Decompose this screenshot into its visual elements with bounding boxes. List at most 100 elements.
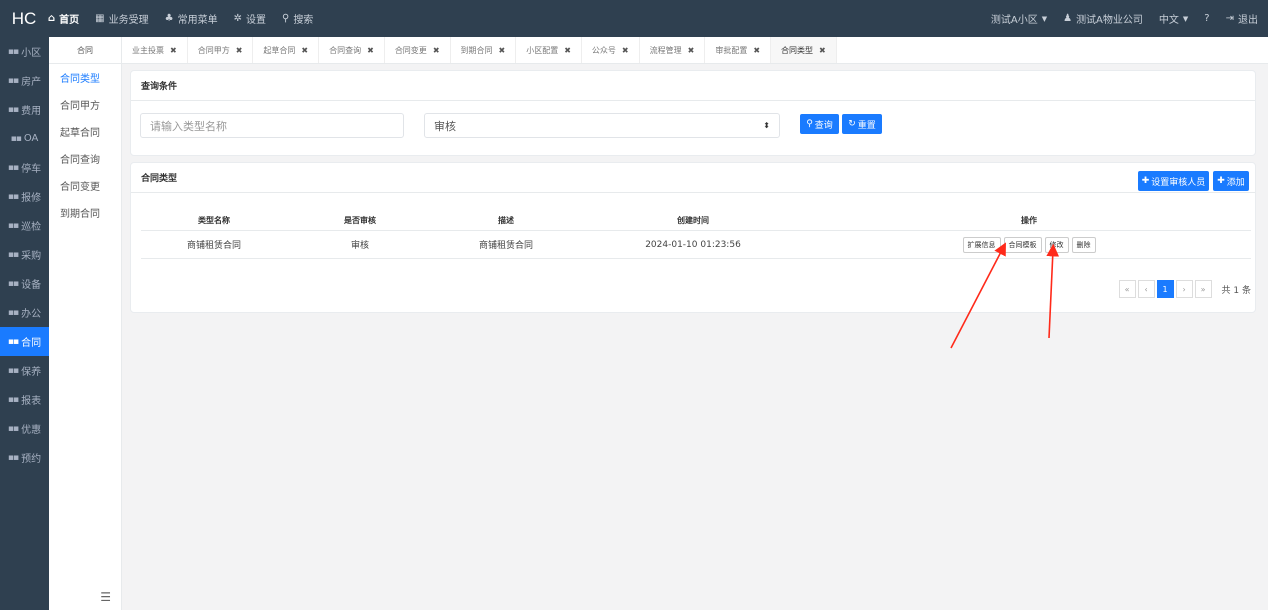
tab-draft-contract[interactable]: 起草合同 ✖ xyxy=(253,37,320,63)
query-panel-title: 查询条件 xyxy=(131,71,1255,101)
close-icon[interactable]: ✖ xyxy=(622,46,629,55)
sidebar-item-equipment[interactable]: ▪▪ 设备 xyxy=(0,269,49,298)
submenu-item-expired-contract[interactable]: 到期合同 xyxy=(49,199,121,226)
sidebar-item-label: 采购 xyxy=(21,251,42,262)
close-icon[interactable]: ✖ xyxy=(367,46,374,55)
logout-button[interactable]: ⇥ 退出 xyxy=(1226,11,1258,26)
delete-button[interactable]: 删除 xyxy=(1071,236,1096,253)
nav-label: 首页 xyxy=(59,15,80,26)
add-button[interactable]: ✚ 添加 xyxy=(1213,171,1249,191)
sidebar-item-label: 合同 xyxy=(21,338,42,349)
company-menu[interactable]: ♟ 测试A物业公司 xyxy=(1063,11,1143,26)
search-icon: ⚲ xyxy=(806,119,813,129)
first-page-button[interactable]: « xyxy=(1118,280,1136,298)
tab-expired-contract[interactable]: 到期合同 ✖ xyxy=(451,37,517,63)
close-icon[interactable]: ✖ xyxy=(433,46,440,55)
close-icon[interactable]: ✖ xyxy=(301,46,308,55)
contract-template-button[interactable]: 合同模板 xyxy=(1003,236,1042,253)
community-dropdown[interactable]: 测试A小区 ▼ xyxy=(991,11,1048,27)
close-icon[interactable]: ✖ xyxy=(499,46,506,55)
extend-info-button[interactable]: 扩展信息 xyxy=(962,236,1001,253)
sidebar-item-label: 优惠 xyxy=(21,425,42,436)
caret-down-icon: ▼ xyxy=(1182,14,1189,23)
submenu-item-contract-change[interactable]: 合同变更 xyxy=(49,172,121,199)
audit-select[interactable]: 审核 ⬍ xyxy=(424,113,780,138)
sidebar-item-inspection[interactable]: ▪▪ 巡检 xyxy=(0,211,49,240)
sidebar-item-parking[interactable]: ▪▪ 停车 xyxy=(0,153,49,182)
submenu-item-draft-contract[interactable]: 起草合同 xyxy=(49,118,121,145)
tab-official-account[interactable]: 公众号 ✖ xyxy=(582,37,640,63)
submenu-item-contract-query[interactable]: 合同查询 xyxy=(49,145,121,172)
next-page-button[interactable]: › xyxy=(1175,280,1193,298)
help-button[interactable]: ? xyxy=(1204,13,1209,24)
prev-page-button[interactable]: ‹ xyxy=(1137,280,1155,298)
tab-owner-vote[interactable]: 业主投票 ✖ xyxy=(122,37,188,63)
search-button[interactable]: ⚲ 查询 xyxy=(800,114,839,134)
tab-contract-type[interactable]: 合同类型 ✖ xyxy=(771,37,837,63)
tab-label: 小区配置 xyxy=(526,45,559,55)
sidebar-item-oa[interactable]: ▪▪ OA xyxy=(0,124,49,153)
sidebar-item-discount[interactable]: ▪▪ 优惠 xyxy=(0,414,49,443)
column-header: 操作 xyxy=(1021,215,1037,225)
tab-contract-query[interactable]: 合同查询 ✖ xyxy=(319,37,385,63)
close-icon[interactable]: ✖ xyxy=(753,46,760,55)
tab-process-management[interactable]: 流程管理 ✖ xyxy=(640,37,706,63)
sidebar-item-community[interactable]: ▪▪ 小区 xyxy=(0,37,49,66)
type-name-input[interactable]: 请输入类型名称 xyxy=(140,113,404,138)
sidebar-item-label: 小区 xyxy=(21,48,42,59)
edit-button[interactable]: 修改 xyxy=(1044,236,1069,253)
sidebar-item-fee[interactable]: ▪▪ 费用 xyxy=(0,95,49,124)
reset-button[interactable]: ↻ 重置 xyxy=(842,114,882,134)
sidebar-item-booking[interactable]: ▪▪ 预约 xyxy=(0,443,49,472)
question-icon: ? xyxy=(1204,13,1210,24)
nav-business[interactable]: ▦ 业务受理 xyxy=(95,11,148,26)
sidebar-item-purchase[interactable]: ▪▪ 采购 xyxy=(0,240,49,269)
tab-approval-config[interactable]: 审批配置 ✖ xyxy=(705,37,772,63)
sidebar-item-maintenance[interactable]: ▪▪ 保养 xyxy=(0,356,49,385)
app-logo[interactable]: HC xyxy=(0,9,48,29)
submenu-item-contract-party[interactable]: 合同甲方 xyxy=(49,91,121,118)
nav-home[interactable]: ⌂ 首页 xyxy=(48,11,79,26)
sidebar-item-repair[interactable]: ▪▪ 报修 xyxy=(0,182,49,211)
grid-icon: ▪▪ xyxy=(7,278,19,289)
nav-label: 搜索 xyxy=(293,15,314,26)
page-1-button[interactable]: 1 xyxy=(1156,280,1174,298)
set-auditor-button[interactable]: ✚ 设置审核人员 xyxy=(1138,171,1209,191)
grid-icon: ▪▪ xyxy=(7,394,19,405)
sidebar-item-label: 保养 xyxy=(21,367,42,378)
cell-actions: 扩展信息 合同模板 修改 删除 xyxy=(807,236,1251,253)
grid-icon: ▪▪ xyxy=(7,336,19,347)
nav-search[interactable]: ⚲ 搜索 xyxy=(282,11,313,26)
sidebar-item-office[interactable]: ▪▪ 办公 xyxy=(0,298,49,327)
sidebar-item-label: 办公 xyxy=(21,309,42,320)
nav-settings[interactable]: ✲ 设置 xyxy=(234,11,266,26)
sidebar-item-report[interactable]: ▪▪ 报表 xyxy=(0,385,49,414)
sidebar-item-contract[interactable]: ▪▪ 合同 xyxy=(0,327,49,356)
nav-common-menu[interactable]: ♣ 常用菜单 xyxy=(165,11,218,26)
last-page-button[interactable]: » xyxy=(1194,280,1212,298)
tab-community-config[interactable]: 小区配置 ✖ xyxy=(516,37,582,63)
table-row: 商铺租赁合同 审核 商铺租赁合同 2024-01-10 01:23:56 扩展信… xyxy=(141,231,1251,259)
select-arrows-icon: ⬍ xyxy=(763,121,770,130)
collapse-menu-icon[interactable]: ☰ xyxy=(100,590,111,604)
language-dropdown[interactable]: 中文 ▼ xyxy=(1159,11,1189,27)
reset-button-label: 重置 xyxy=(857,120,876,131)
tab-contract-party[interactable]: 合同甲方 ✖ xyxy=(188,37,254,63)
sidebar-item-property[interactable]: ▪▪ 房产 xyxy=(0,66,49,95)
sidebar-item-label: 报修 xyxy=(21,193,42,204)
logout-label: 退出 xyxy=(1238,15,1258,26)
tab-contract-change[interactable]: 合同变更 ✖ xyxy=(385,37,451,63)
close-icon[interactable]: ✖ xyxy=(170,46,177,55)
refresh-icon: ↻ xyxy=(848,119,856,129)
list-panel-title: 合同类型 xyxy=(131,163,1255,193)
top-nav: ⌂ 首页 ▦ 业务受理 ♣ 常用菜单 ✲ 设置 ⚲ 搜索 xyxy=(48,11,329,26)
close-icon[interactable]: ✖ xyxy=(819,46,826,55)
audit-select-value: 审核 xyxy=(434,119,456,133)
tab-label: 合同查询 xyxy=(329,45,362,55)
tab-label: 起草合同 xyxy=(263,45,296,55)
submenu-item-contract-type[interactable]: 合同类型 xyxy=(49,64,121,91)
close-icon[interactable]: ✖ xyxy=(236,46,243,55)
close-icon[interactable]: ✖ xyxy=(688,46,695,55)
close-icon[interactable]: ✖ xyxy=(564,46,571,55)
caret-down-icon: ▼ xyxy=(1041,14,1048,23)
